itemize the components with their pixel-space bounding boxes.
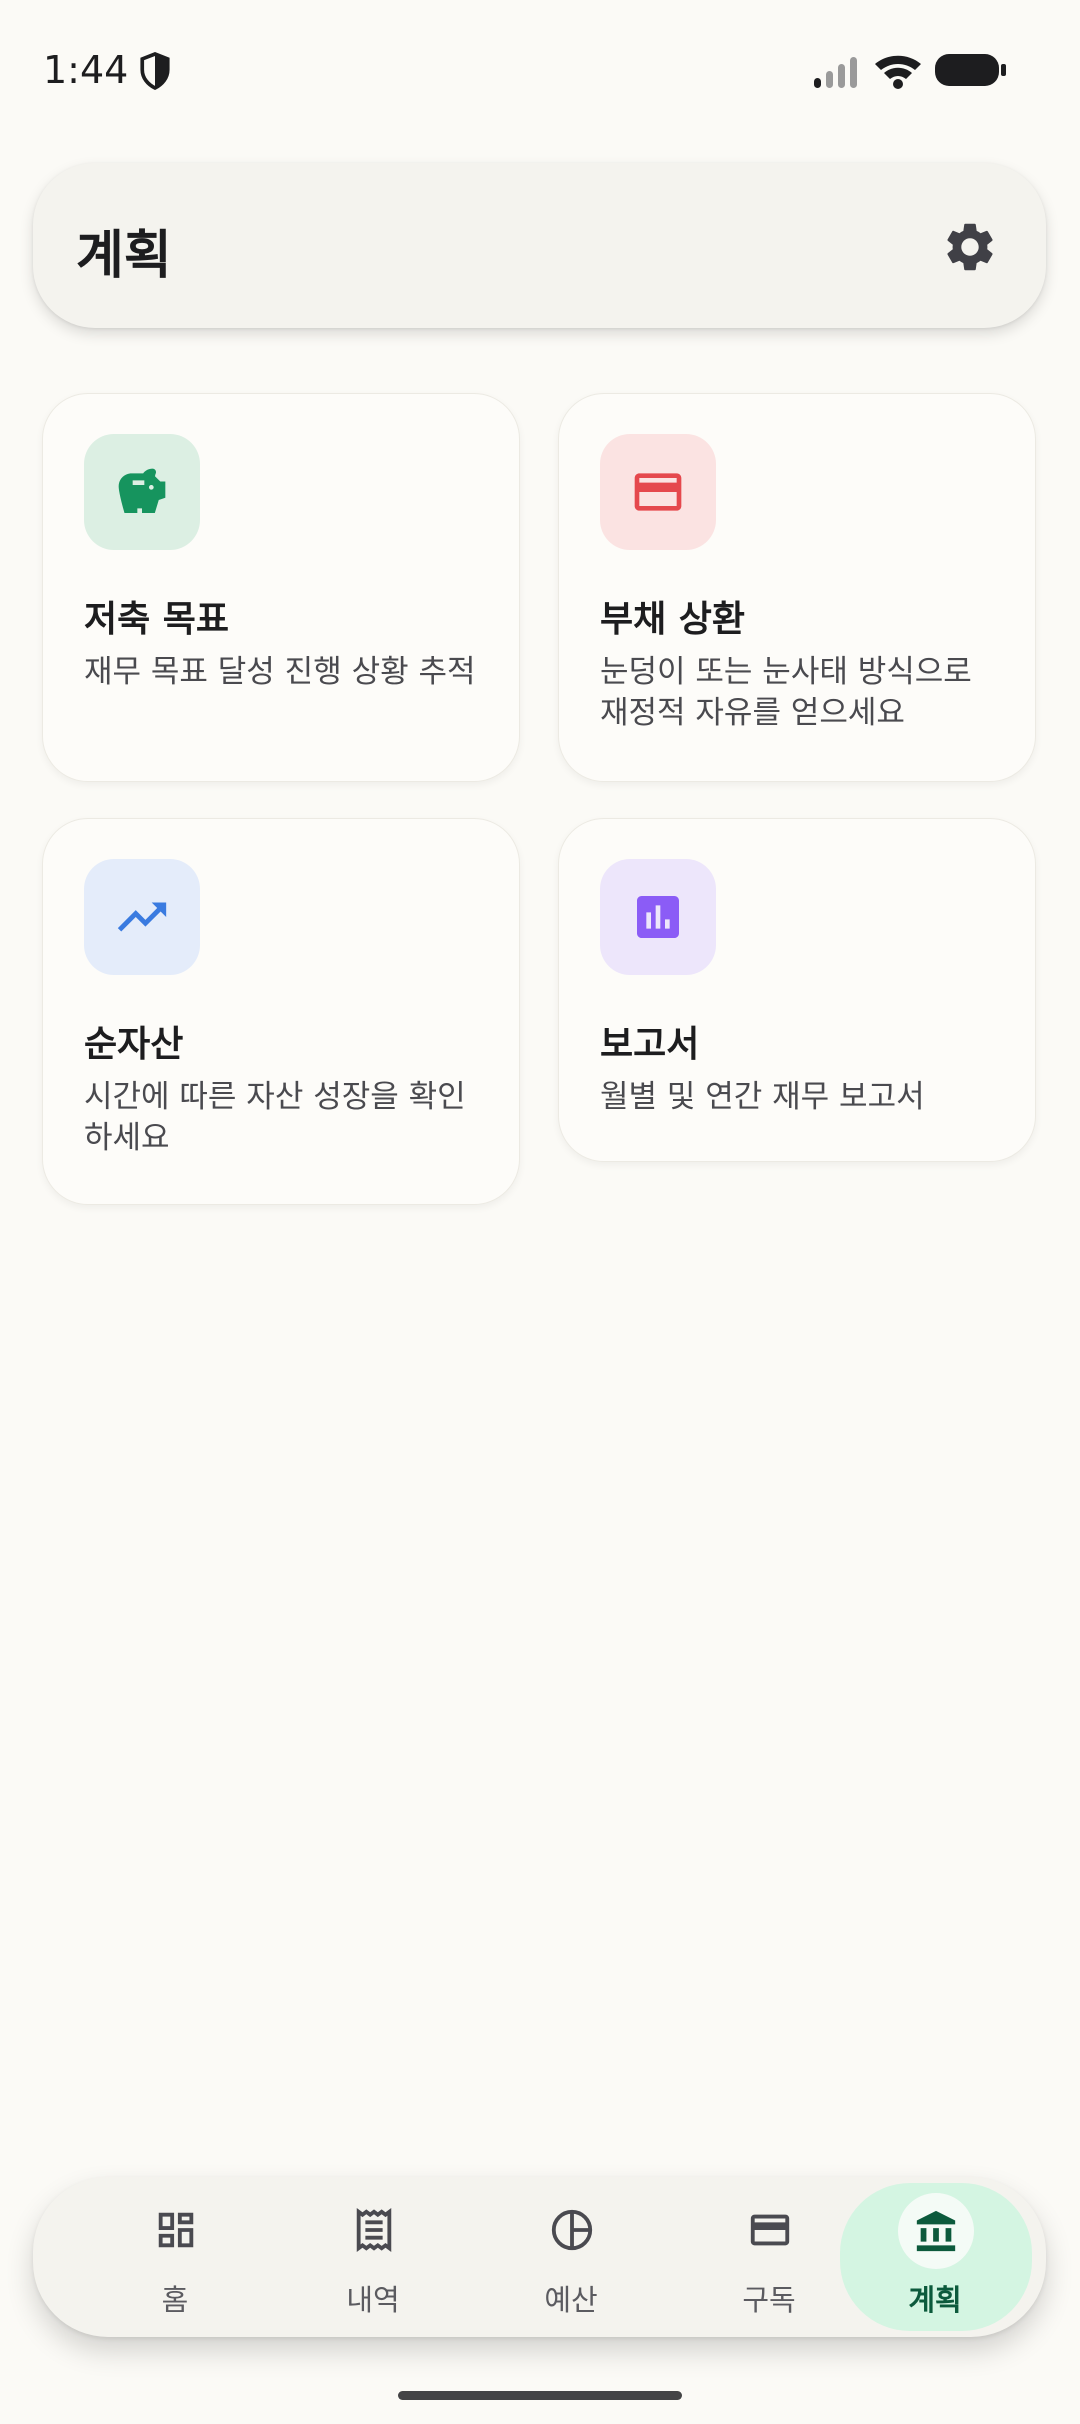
card-description: 눈덩이 또는 눈사태 방식으로 재정적 자유를 얻으세요 — [600, 654, 972, 731]
bank-icon — [916, 2210, 956, 2252]
card-title: 저축 목표 — [84, 599, 230, 640]
debt-payoff-card[interactable]: 부채 상환 눈덩이 또는 눈사태 방식으로 재정적 자유를 얻으세요 — [558, 393, 1036, 782]
credit-card-icon — [634, 473, 682, 511]
reports-icon-container — [600, 859, 716, 975]
nav-item-home[interactable]: 홈 — [80, 2177, 270, 2337]
networth-icon-container — [84, 859, 200, 975]
nav-item-transactions[interactable]: 내역 — [278, 2177, 468, 2337]
card-description: 재무 목표 달성 진행 상황 추적 — [84, 654, 476, 690]
nav-item-subscriptions[interactable]: 구독 — [674, 2177, 864, 2337]
nav-label: 계획 — [908, 2283, 962, 2317]
card-title: 순자산 — [84, 1024, 184, 1065]
piggy-bank-icon — [118, 468, 166, 513]
nav-label: 홈 — [161, 2283, 189, 2317]
nav-label: 예산 — [544, 2283, 598, 2317]
nav-item-planning[interactable]: 계획 — [840, 2183, 1032, 2331]
home-indicator[interactable] — [398, 2391, 682, 2400]
settings-gear-icon[interactable] — [941, 218, 999, 276]
dashboard-icon — [158, 2212, 194, 2248]
credit-card-icon — [750, 2214, 790, 2246]
wifi-icon — [875, 55, 921, 89]
receipt-icon — [356, 2207, 392, 2253]
page-title: 계획 — [76, 226, 172, 286]
nav-label: 내역 — [346, 2283, 400, 2317]
debt-icon-container — [600, 434, 716, 550]
net-worth-card[interactable]: 순자산 시간에 따른 자산 성장을 확인하세요 — [42, 818, 520, 1205]
card-title: 보고서 — [600, 1024, 700, 1065]
status-bar: 1:44 — [0, 0, 1080, 140]
card-title: 부채 상환 — [600, 599, 746, 640]
reports-card[interactable]: 보고서 월별 및 연간 재무 보고서 — [558, 818, 1036, 1162]
status-time: 1:44 — [43, 48, 129, 92]
nav-label: 구독 — [742, 2283, 796, 2317]
card-description: 월별 및 연간 재무 보고서 — [600, 1079, 925, 1115]
cellular-signal-icon — [814, 57, 857, 88]
battery-icon — [935, 54, 1006, 86]
card-description: 시간에 따른 자산 성장을 확인하세요 — [84, 1079, 466, 1156]
nav-item-budget[interactable]: 예산 — [476, 2177, 666, 2337]
top-app-bar: 계획 — [33, 163, 1046, 328]
pie-chart-icon — [551, 2209, 593, 2251]
bottom-navigation: 홈 내역 예산 구독 계획 — [33, 2177, 1046, 2337]
shield-icon — [140, 52, 170, 91]
savings-goals-card[interactable]: 저축 목표 재무 목표 달성 진행 상황 추적 — [42, 393, 520, 782]
bar-chart-icon — [637, 896, 679, 938]
savings-icon-container — [84, 434, 200, 550]
trending-up-icon — [117, 902, 167, 932]
